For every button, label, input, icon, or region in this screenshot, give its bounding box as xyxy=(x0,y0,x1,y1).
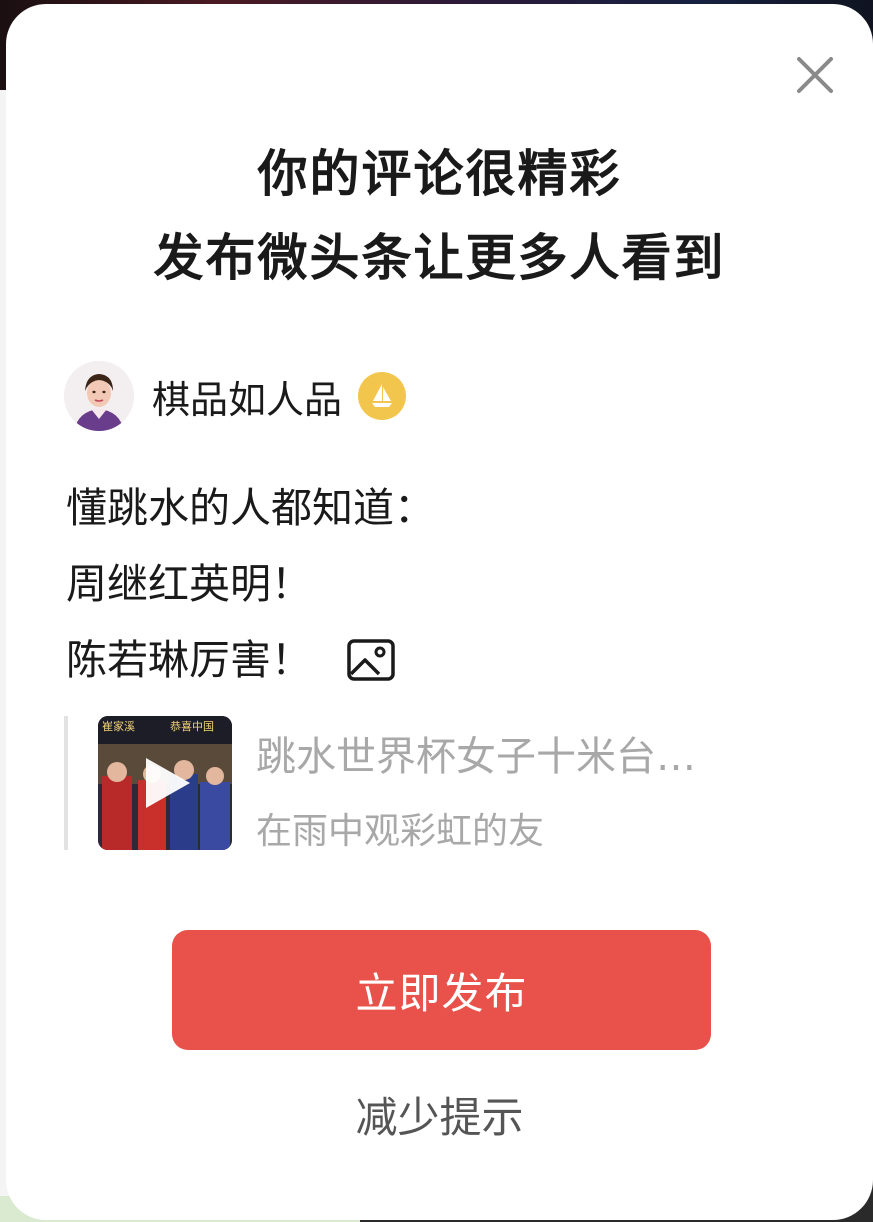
thumb-caption-1: 崔家溪 xyxy=(102,719,135,733)
quoted-video-card[interactable]: 崔家溪 恭喜中国 跳水世界杯女子十米台… 在雨中观彩虹的友 xyxy=(64,716,804,852)
image-icon[interactable] xyxy=(346,638,396,682)
video-title: 跳水世界杯女子十米台… xyxy=(256,734,696,780)
comment-line-2: 周继红英明！ xyxy=(66,560,312,608)
video-thumbnail[interactable]: 崔家溪 恭喜中国 xyxy=(98,716,232,850)
avatar[interactable] xyxy=(64,361,134,431)
publish-button[interactable]: 立即发布 xyxy=(172,930,711,1050)
thumb-caption-2: 恭喜中国 xyxy=(170,720,214,733)
comment-text: 懂跳水的人都知道： 周继红英明！ 陈若琳厉害！ xyxy=(66,470,435,698)
headline-line-1: 你的评论很精彩 xyxy=(257,145,622,203)
comment-line-3-row: 陈若琳厉害！ xyxy=(66,622,435,698)
comment-line-3: 陈若琳厉害！ xyxy=(66,636,312,684)
author-row: 棋品如人品 xyxy=(64,358,407,434)
video-source: 在雨中观彩虹的友 xyxy=(256,811,545,852)
avatar-image xyxy=(64,361,134,431)
author-name[interactable]: 棋品如人品 xyxy=(152,369,342,424)
dialog-headline: 你的评论很精彩 发布微头条让更多人看到 xyxy=(6,132,873,300)
reduce-prompts-link[interactable]: 减少提示 xyxy=(6,1084,873,1145)
publish-prompt-dialog: 你的评论很精彩 发布微头条让更多人看到 棋品如人品 懂跳水的人都知道： 周继红英… xyxy=(6,4,873,1220)
close-icon xyxy=(797,57,833,93)
video-thumbnail-image: 崔家溪 恭喜中国 xyxy=(98,716,232,850)
sailboat-badge-icon xyxy=(358,372,407,420)
close-button[interactable] xyxy=(788,48,842,102)
headline-line-2: 发布微头条让更多人看到 xyxy=(153,229,726,287)
comment-line-1: 懂跳水的人都知道： xyxy=(66,484,435,532)
